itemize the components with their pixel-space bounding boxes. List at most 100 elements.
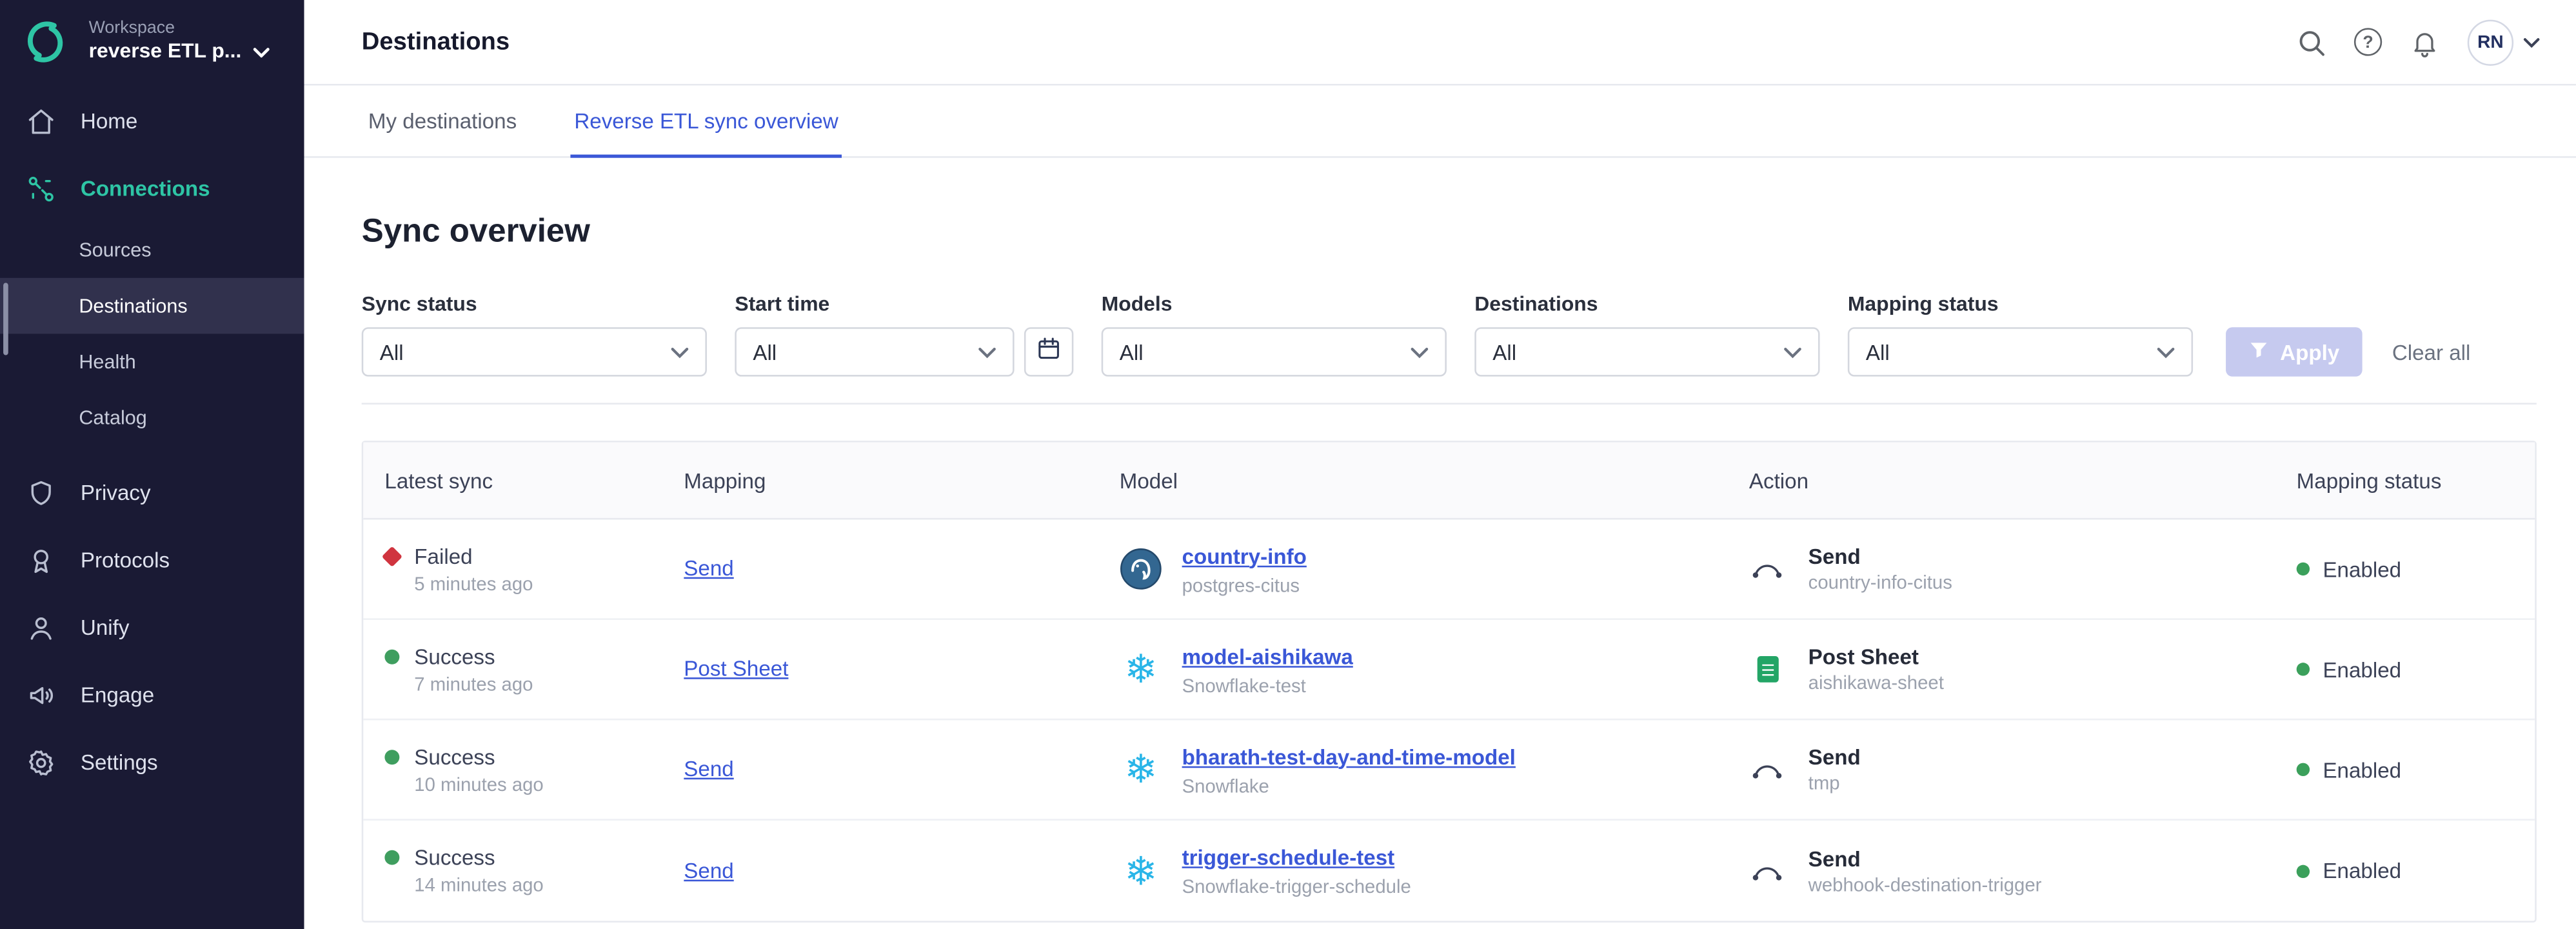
model-link[interactable]: bharath-test-day-and-time-model xyxy=(1182,744,1516,768)
webhook-icon xyxy=(1749,758,1785,781)
select-value: All xyxy=(753,339,777,364)
mapping-link[interactable]: Send xyxy=(684,756,733,781)
webhook-icon xyxy=(1749,859,1785,883)
destinations-select[interactable]: All xyxy=(1474,327,1819,376)
sidebar-item-home[interactable]: Home xyxy=(0,87,304,155)
rudderstack-logo-icon xyxy=(21,18,69,66)
mapping-link[interactable]: Send xyxy=(684,857,733,882)
mapping-status-text: Enabled xyxy=(2323,757,2401,782)
workspace-switcher[interactable]: Workspace reverse ETL p... xyxy=(0,0,304,81)
user-menu[interactable]: RN xyxy=(2468,19,2540,65)
sidebar-item-unify[interactable]: Unify xyxy=(0,594,304,661)
filter-label-destinations: Destinations xyxy=(1474,293,1819,316)
mapping-status-text: Enabled xyxy=(2323,657,2401,681)
sidebar-item-settings[interactable]: Settings xyxy=(0,728,304,796)
filter-bar: Sync status All Start time All xyxy=(362,293,2537,405)
filter-label-mapping-status: Mapping status xyxy=(1848,293,2193,316)
connections-icon xyxy=(26,174,56,203)
model-link[interactable]: country-info xyxy=(1182,543,1307,568)
sidebar-scrollbar[interactable] xyxy=(3,283,8,355)
sync-time: 7 minutes ago xyxy=(414,675,684,695)
table-header-row: Latest sync Mapping Model Action Mapping… xyxy=(363,443,2535,520)
select-value: All xyxy=(1492,339,1516,364)
chevron-down-icon xyxy=(253,48,269,57)
models-select[interactable]: All xyxy=(1102,327,1447,376)
sidebar-item-connections[interactable]: Connections xyxy=(0,155,304,223)
sidebar-item-engage[interactable]: Engage xyxy=(0,661,304,729)
apply-button[interactable]: Apply xyxy=(2226,327,2363,376)
mapping-status-text: Enabled xyxy=(2323,858,2401,883)
chevron-down-icon xyxy=(1783,346,1801,358)
success-status-icon xyxy=(384,850,399,865)
enabled-dot-icon xyxy=(2297,864,2310,877)
action-destination: aishikawa-sheet xyxy=(1808,674,1944,694)
chevron-down-icon xyxy=(978,346,996,358)
table-row: Success 10 minutes ago Send ❄ bharath-te… xyxy=(363,720,2535,820)
mapping-status-select[interactable]: All xyxy=(1848,327,2193,376)
sync-time: 5 minutes ago xyxy=(414,575,684,595)
select-value: All xyxy=(1120,339,1144,364)
clear-all-link[interactable]: Clear all xyxy=(2392,327,2471,376)
sync-time: 14 minutes ago xyxy=(414,877,684,897)
enabled-dot-icon xyxy=(2297,563,2310,575)
mapping-link[interactable]: Post Sheet xyxy=(684,656,788,681)
sidebar-item-sources[interactable]: Sources xyxy=(0,222,304,278)
page-title: Sync overview xyxy=(362,214,2537,252)
filter-label-models: Models xyxy=(1102,293,1447,316)
apply-label: Apply xyxy=(2280,339,2339,364)
select-value: All xyxy=(1866,339,1890,364)
model-source: Snowflake-trigger-schedule xyxy=(1182,878,1411,898)
snowflake-icon: ❄ xyxy=(1120,748,1162,791)
model-link[interactable]: model-aishikawa xyxy=(1182,644,1353,668)
action-destination: tmp xyxy=(1808,774,1861,794)
sidebar: Workspace reverse ETL p... Home xyxy=(0,0,304,929)
megaphone-icon xyxy=(26,680,56,710)
model-link[interactable]: trigger-schedule-test xyxy=(1182,845,1395,870)
sync-status-select[interactable]: All xyxy=(362,327,707,376)
model-source: postgres-citus xyxy=(1182,576,1307,596)
tab-reverse-etl-sync-overview[interactable]: Reverse ETL sync overview xyxy=(571,86,842,158)
sidebar-item-health[interactable]: Health xyxy=(0,334,304,390)
calendar-icon xyxy=(1036,335,1062,370)
topbar: Destinations ? RN xyxy=(304,0,2576,86)
sidebar-item-label: Protocols xyxy=(81,548,170,572)
tab-my-destinations[interactable]: My destinations xyxy=(365,86,520,158)
column-mapping-status: Mapping status xyxy=(2297,468,2519,492)
action-name: Send xyxy=(1808,544,1952,569)
table-row: Success 14 minutes ago Send ❄ trigger-sc… xyxy=(363,821,2535,921)
snowflake-icon: ❄ xyxy=(1120,849,1162,892)
mapping-link[interactable]: Send xyxy=(684,555,733,580)
badge-icon xyxy=(26,545,56,575)
action-name: Post Sheet xyxy=(1808,644,1944,669)
column-mapping: Mapping xyxy=(684,468,1119,492)
workspace-label: Workspace xyxy=(89,18,270,39)
sidebar-subitem-label: Catalog xyxy=(79,406,146,430)
avatar[interactable]: RN xyxy=(2468,19,2513,65)
search-icon[interactable] xyxy=(2297,27,2326,57)
sidebar-subitem-label: Health xyxy=(79,350,135,374)
start-time-select[interactable]: All xyxy=(735,327,1014,376)
sync-status-text: Failed xyxy=(414,543,472,568)
sidebar-item-protocols[interactable]: Protocols xyxy=(0,526,304,594)
sync-status-text: Success xyxy=(414,744,495,768)
chevron-down-icon xyxy=(2157,346,2175,358)
snowflake-icon: ❄ xyxy=(1120,648,1162,690)
bell-icon[interactable] xyxy=(2410,27,2440,57)
filter-label-start-time: Start time xyxy=(735,293,1073,316)
sidebar-subitem-label: Sources xyxy=(79,239,151,262)
success-status-icon xyxy=(384,749,399,764)
chevron-down-icon xyxy=(1411,346,1429,358)
help-icon[interactable]: ? xyxy=(2354,28,2382,55)
filter-label-sync-status: Sync status xyxy=(362,293,707,316)
sidebar-item-catalog[interactable]: Catalog xyxy=(0,390,304,446)
chevron-down-icon xyxy=(2523,37,2539,46)
tab-bar: My destinations Reverse ETL sync overvie… xyxy=(304,86,2576,158)
page-header-title: Destinations xyxy=(362,28,510,55)
calendar-button[interactable] xyxy=(1024,327,1073,376)
sync-status-text: Success xyxy=(414,644,495,668)
action-name: Send xyxy=(1808,745,1861,770)
sidebar-item-destinations[interactable]: Destinations xyxy=(0,278,304,334)
home-icon xyxy=(26,106,56,135)
sidebar-item-privacy[interactable]: Privacy xyxy=(0,459,304,526)
sidebar-item-label: Home xyxy=(81,108,137,133)
